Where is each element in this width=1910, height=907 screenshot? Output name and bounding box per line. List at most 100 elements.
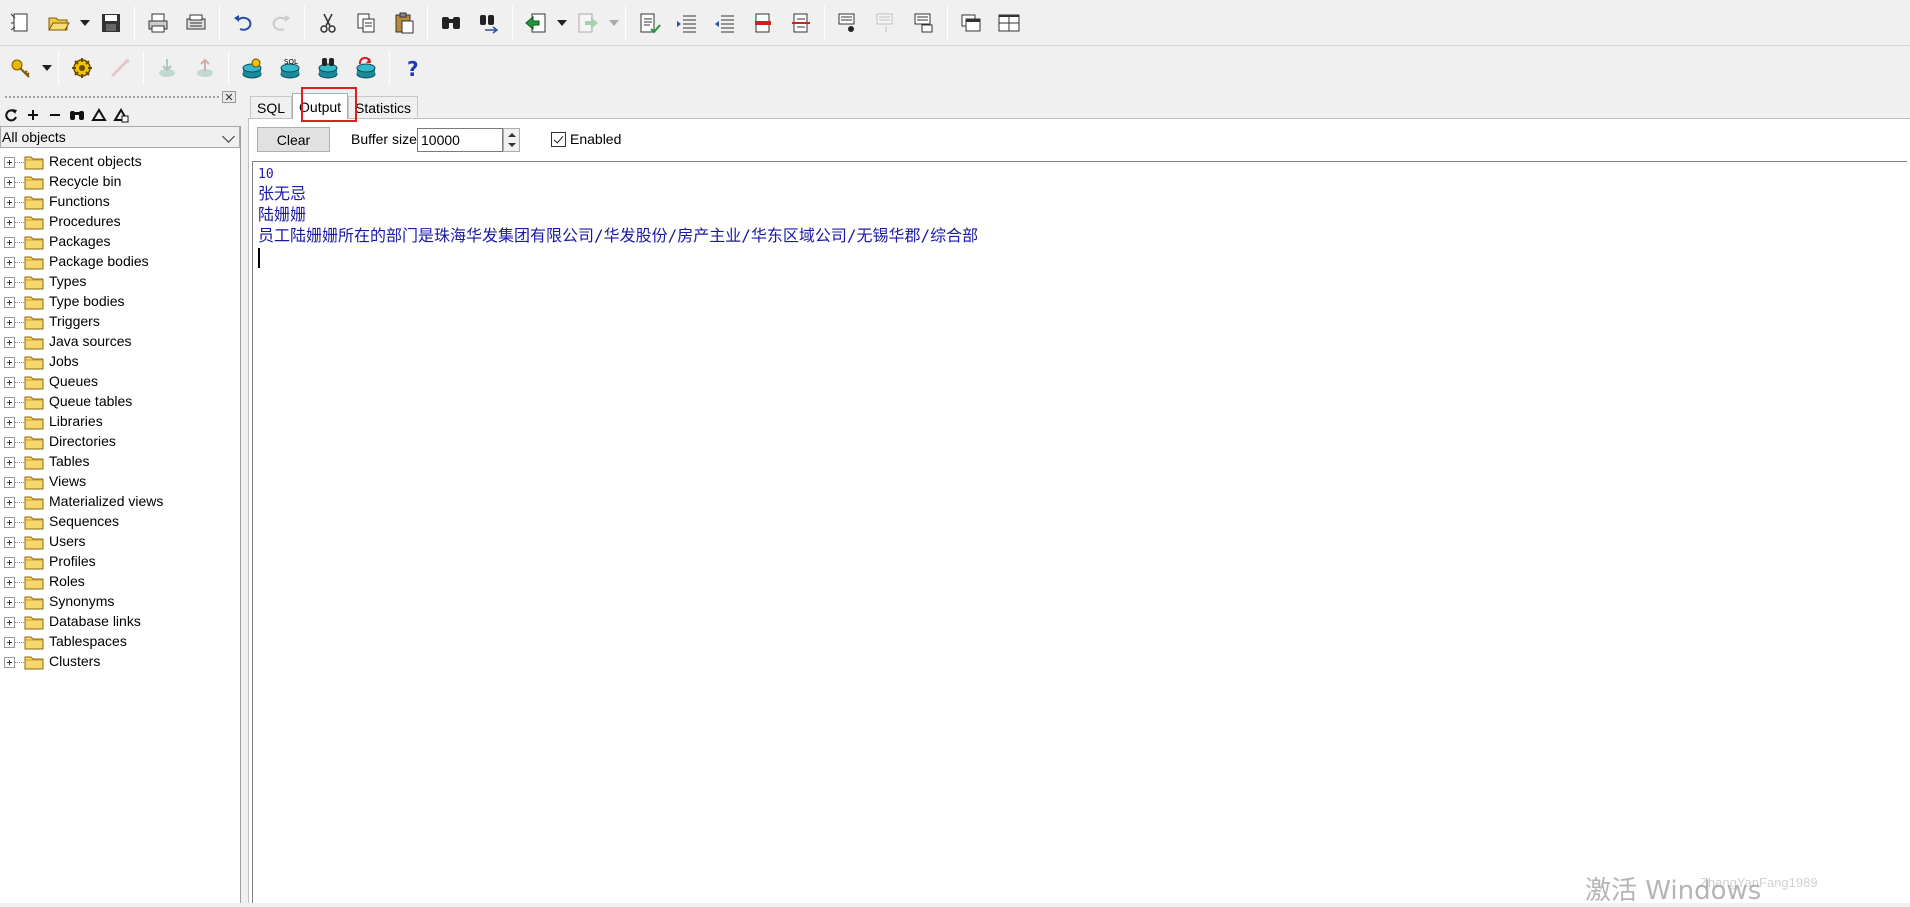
expand-icon[interactable] xyxy=(4,596,15,608)
expand-icon[interactable] xyxy=(4,576,15,588)
db-refresh-icon[interactable] xyxy=(347,49,385,87)
expand-icon[interactable] xyxy=(4,196,15,208)
tree-item[interactable]: Sequences xyxy=(0,512,241,532)
import-icon[interactable] xyxy=(517,4,555,42)
expand-icon[interactable] xyxy=(4,516,15,528)
tile-icon[interactable] xyxy=(990,4,1028,42)
filter-edit-icon[interactable] xyxy=(112,106,130,124)
expand-icon[interactable] xyxy=(4,536,15,548)
unindent-icon[interactable] xyxy=(668,4,706,42)
help-icon[interactable]: ? xyxy=(394,49,432,87)
expand-icon[interactable] xyxy=(4,156,15,168)
tree-item[interactable]: Type bodies xyxy=(0,292,241,312)
tree-item[interactable]: Directories xyxy=(0,432,241,452)
indent-icon[interactable] xyxy=(630,4,668,42)
new-icon[interactable] xyxy=(2,4,40,42)
execute-icon[interactable] xyxy=(63,49,101,87)
save-icon[interactable] xyxy=(92,4,130,42)
tree-item[interactable]: Recycle bin xyxy=(0,172,241,192)
add-icon[interactable] xyxy=(24,106,42,124)
find-next-icon[interactable] xyxy=(470,4,508,42)
tree-item[interactable]: Types xyxy=(0,272,241,292)
tree-item[interactable]: Clusters xyxy=(0,652,241,672)
tree-item[interactable]: Profiles xyxy=(0,552,241,572)
tree-item[interactable]: Java sources xyxy=(0,332,241,352)
cut-icon[interactable] xyxy=(309,4,347,42)
expand-icon[interactable] xyxy=(4,436,15,448)
expand-icon[interactable] xyxy=(4,356,15,368)
open-icon[interactable] xyxy=(40,4,78,42)
tree-item[interactable]: Materialized views xyxy=(0,492,241,512)
commit-icon[interactable] xyxy=(148,49,186,87)
refresh-icon[interactable] xyxy=(2,106,20,124)
tree-item[interactable]: Package bodies xyxy=(0,252,241,272)
remove-icon[interactable] xyxy=(46,106,64,124)
tree-item[interactable]: Recent objects xyxy=(0,152,241,172)
find-icon[interactable] xyxy=(68,106,86,124)
expand-icon[interactable] xyxy=(4,556,15,568)
buffer-size-spinner[interactable] xyxy=(503,128,520,152)
expand-icon[interactable] xyxy=(4,256,15,268)
print-preview-icon[interactable] xyxy=(177,4,215,42)
import-dropdown[interactable] xyxy=(555,4,569,42)
expand-icon[interactable] xyxy=(4,656,15,668)
close-icon[interactable]: ✕ xyxy=(222,91,236,104)
export-dropdown[interactable] xyxy=(607,4,621,42)
print-icon[interactable] xyxy=(139,4,177,42)
paste-icon[interactable] xyxy=(385,4,423,42)
expand-icon[interactable] xyxy=(4,456,15,468)
redo-icon[interactable] xyxy=(262,4,300,42)
expand-icon[interactable] xyxy=(4,416,15,428)
copy-icon[interactable] xyxy=(347,4,385,42)
tree-item[interactable]: Database links xyxy=(0,612,241,632)
tree-item[interactable]: Procedures xyxy=(0,212,241,232)
uncomment-icon[interactable] xyxy=(744,4,782,42)
tree-item[interactable]: Roles xyxy=(0,572,241,592)
tree-item[interactable]: Functions xyxy=(0,192,241,212)
tab-sql[interactable]: SQL xyxy=(250,96,293,118)
tree-item[interactable]: Packages xyxy=(0,232,241,252)
expand-icon[interactable] xyxy=(4,276,15,288)
buffer-size-input[interactable]: 10000 xyxy=(417,128,503,152)
expand-icon[interactable] xyxy=(4,316,15,328)
enabled-checkbox[interactable] xyxy=(551,132,566,147)
format-icon[interactable] xyxy=(782,4,820,42)
expand-icon[interactable] xyxy=(4,476,15,488)
expand-icon[interactable] xyxy=(4,636,15,648)
db-sql-icon[interactable]: SQL xyxy=(271,49,309,87)
tree-item[interactable]: Views xyxy=(0,472,241,492)
clear-button[interactable]: Clear xyxy=(257,127,330,152)
expand-icon[interactable] xyxy=(4,396,15,408)
filter-icon[interactable] xyxy=(90,106,108,124)
export-icon[interactable] xyxy=(569,4,607,42)
tree-item[interactable]: Queues xyxy=(0,372,241,392)
tree-item[interactable]: Synonyms xyxy=(0,592,241,612)
spin-down-icon[interactable] xyxy=(508,143,516,147)
debug-icon[interactable] xyxy=(867,4,905,42)
tree-item[interactable]: Tables xyxy=(0,452,241,472)
tree-item[interactable]: Jobs xyxy=(0,352,241,372)
expand-icon[interactable] xyxy=(4,616,15,628)
open-dropdown[interactable] xyxy=(78,4,92,42)
explain-plan-icon[interactable] xyxy=(829,4,867,42)
tree-item[interactable]: Users xyxy=(0,532,241,552)
object-filter-select[interactable]: All objects xyxy=(0,126,240,148)
tree-item[interactable]: Queue tables xyxy=(0,392,241,412)
find-icon[interactable] xyxy=(432,4,470,42)
expand-icon[interactable] xyxy=(4,216,15,228)
windows-icon[interactable] xyxy=(952,4,990,42)
describe-icon[interactable] xyxy=(905,4,943,42)
tree-item[interactable]: Tablespaces xyxy=(0,632,241,652)
expand-icon[interactable] xyxy=(4,176,15,188)
tab-statistics[interactable]: Statistics xyxy=(348,96,419,118)
expand-icon[interactable] xyxy=(4,376,15,388)
key-icon[interactable] xyxy=(2,49,40,87)
expand-icon[interactable] xyxy=(4,336,15,348)
tree-item[interactable]: Libraries xyxy=(0,412,241,432)
comment-icon[interactable] xyxy=(706,4,744,42)
break-icon[interactable] xyxy=(101,49,139,87)
panel-grip[interactable] xyxy=(0,90,241,104)
tree-item[interactable]: Triggers xyxy=(0,312,241,332)
rollback-icon[interactable] xyxy=(186,49,224,87)
key-dropdown[interactable] xyxy=(40,49,54,87)
